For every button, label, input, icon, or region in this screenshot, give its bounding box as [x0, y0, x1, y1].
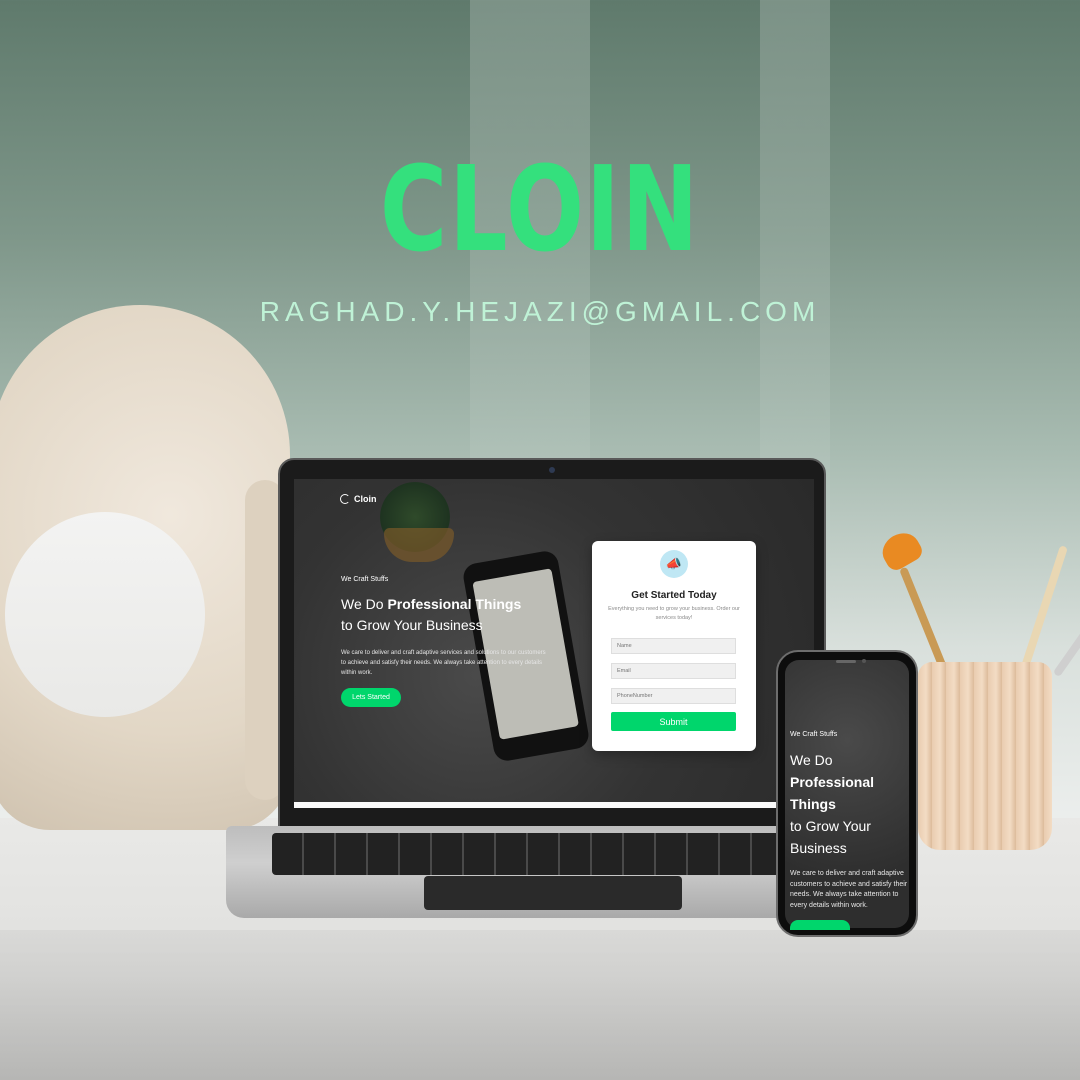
laptop-trackpad: [424, 876, 682, 910]
phone-tagline: We Craft Stuffs: [790, 731, 838, 738]
card-subtitle: Everything you need to grow your busines…: [608, 606, 740, 621]
hero-body: We care to deliver and craft adaptive se…: [341, 650, 546, 676]
hero-heading: We Do Professional Things to Grow Your B…: [341, 594, 581, 636]
phone-hero-body: We care to deliver and craft adaptive cu…: [790, 870, 908, 909]
pencil: [1020, 545, 1068, 672]
pencil: [1052, 590, 1080, 678]
desk-shadow: [0, 930, 1080, 1080]
poster-headline: CLOIN: [379, 140, 701, 278]
name-field[interactable]: [611, 638, 736, 654]
phone-hero-heading: We Do Professional Things to Grow Your B…: [790, 749, 905, 859]
submit-button[interactable]: Submit: [611, 712, 736, 731]
laptop-keyboard: [272, 833, 832, 875]
brush-bristles: [876, 526, 926, 574]
pencil-cup: [918, 662, 1052, 850]
phone-hero-suffix: to Grow Your Business: [790, 818, 871, 856]
logo-icon: [340, 494, 350, 504]
tagline: We Craft Stuffs: [341, 576, 389, 583]
phone-hero-prefix: We Do: [790, 752, 833, 768]
card-title: Get Started Today: [631, 590, 717, 601]
laptop-screen-bezel: [294, 802, 814, 808]
email-field[interactable]: [611, 663, 736, 679]
hero-prefix: We Do: [341, 596, 384, 612]
brand-name: Cloin: [354, 494, 377, 504]
hero-suffix: to Grow Your Business: [341, 617, 483, 633]
phone-hero-bold: Professional Things: [790, 774, 875, 812]
brand-logo[interactable]: Cloin: [340, 494, 377, 504]
lets-started-button[interactable]: Lets Started: [341, 688, 401, 707]
phone-number-field[interactable]: [611, 688, 736, 704]
laptop-camera: [549, 467, 555, 473]
megaphone-icon: 📣: [660, 550, 688, 578]
vase-opening: [5, 512, 205, 717]
phone-camera: [862, 659, 866, 663]
phone-speaker: [836, 660, 856, 663]
phone-cta-button[interactable]: [790, 920, 850, 930]
hero-bold: Professional Things: [387, 596, 522, 612]
